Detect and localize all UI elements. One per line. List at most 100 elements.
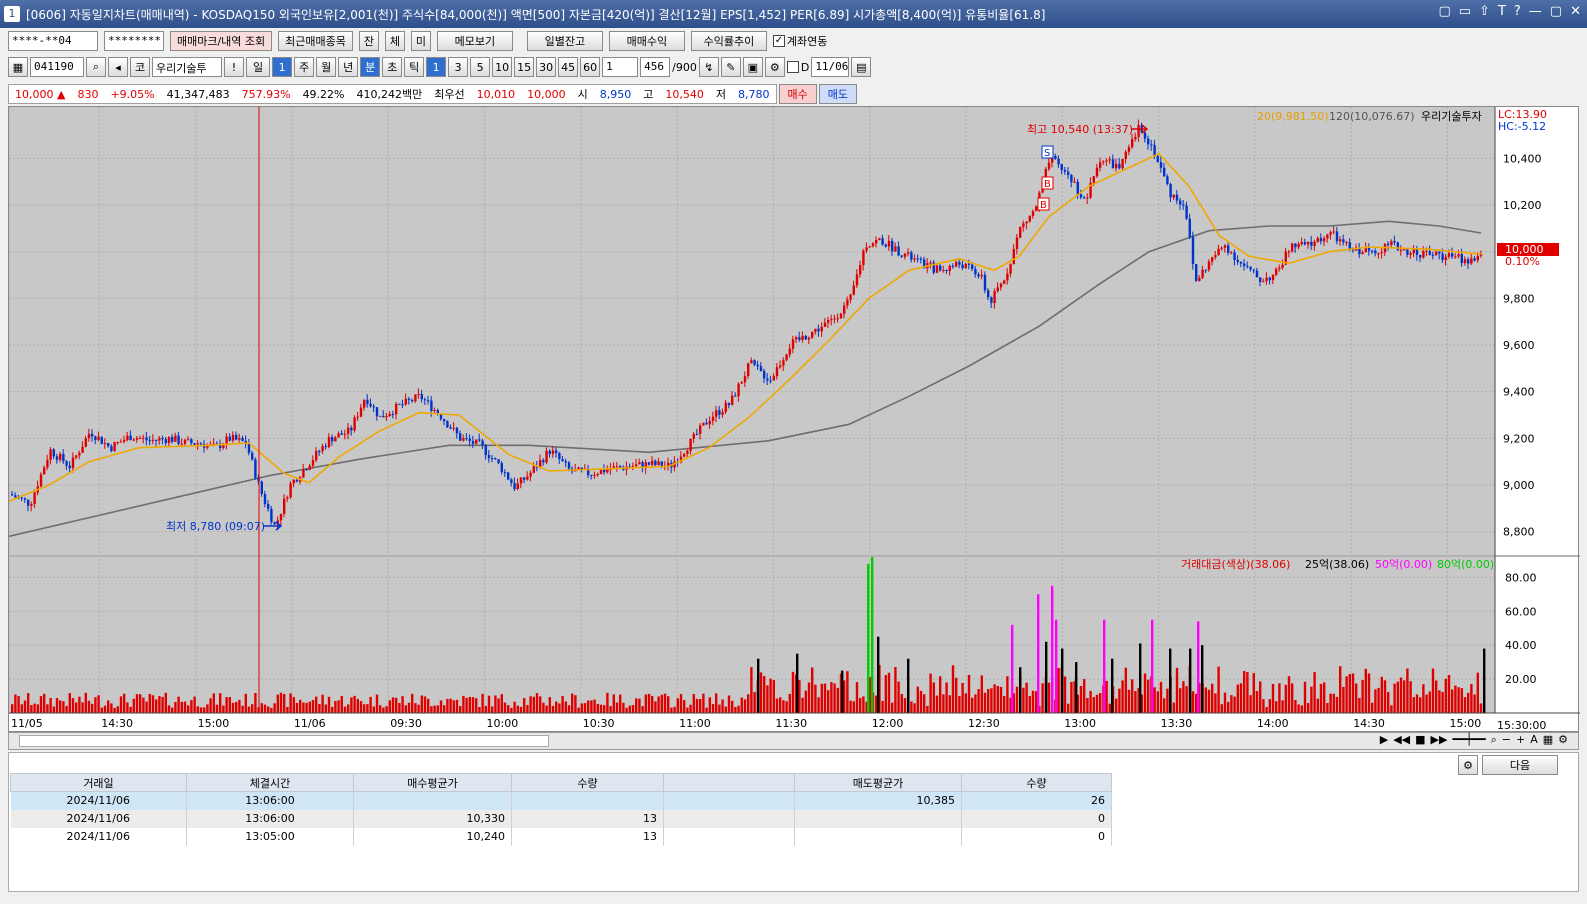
close-icon[interactable]: ✕ [1570,4,1581,19]
restore-small-icon[interactable]: ▭ [1459,4,1471,19]
buy-button[interactable]: 매수 [778,84,817,104]
time-tick-label: 12:30 [968,717,1000,730]
gear-icon[interactable]: ⚙ [1458,755,1478,775]
maximize-icon[interactable]: ▢ [1550,4,1562,19]
date-input[interactable]: 11/06 [811,57,850,77]
draw-icon[interactable]: ✎ [720,57,741,77]
interval-45[interactable]: 45 [558,57,579,77]
daily-balance-button[interactable]: 일별잔고 [526,31,603,51]
candle [948,265,951,271]
volume-bar [1025,682,1028,713]
b-marker-1[interactable]: B [1041,176,1054,190]
date-checkbox[interactable]: D [786,61,809,74]
candle [839,313,843,319]
minute-button[interactable]: 분 [360,57,381,77]
settings-icon[interactable]: ⚙ [1558,733,1568,747]
balance-button[interactable]: 잔 [358,31,379,51]
volume-bar [1115,698,1118,713]
play-icon[interactable]: ▶ [1380,733,1388,747]
volume-bar [727,695,731,713]
window-controls: ▢ ▭ ⇧ T ? — ▢ ✕ [1438,4,1581,19]
forward-icon[interactable]: ▶▶ [1431,733,1448,747]
volume-bar [1390,705,1393,713]
next-button[interactable]: 다음 [1482,755,1558,775]
second-button[interactable]: 초 [382,57,403,77]
volume-bar [711,703,715,713]
interval-3[interactable]: 3 [448,57,469,77]
rewind-icon[interactable]: ◀◀ [1393,733,1410,747]
candle [475,439,478,444]
horizontal-scrollbar[interactable] [19,735,549,747]
price-volume-chart[interactable]: 80.0060.0040.0020.00 10,40010,20010,0009… [8,107,1580,733]
stop-icon[interactable]: ■ [1415,733,1425,747]
candle [836,318,839,320]
month-button[interactable]: 월 [316,57,337,77]
volume-bar [1377,687,1380,713]
text-icon[interactable]: T [1498,4,1506,19]
volume-bar [1255,690,1259,713]
market-button[interactable]: 코 [130,57,150,77]
current-rate-label: 0.10% [1505,255,1540,268]
interval-15[interactable]: 15 [514,57,535,77]
indicator-icon[interactable]: ↯ [698,57,719,77]
memo-button[interactable]: 메모보기 [436,31,513,51]
help-icon[interactable]: ? [1514,4,1521,19]
period-day-button[interactable]: 일 [246,57,271,77]
sell-button[interactable]: 매도 [818,84,857,104]
alert-button[interactable]: ! [224,57,244,77]
interval-1[interactable]: 1 [426,57,447,77]
return-trend-button[interactable]: 수익률추이 [690,31,767,51]
period-num-select[interactable]: 1 [272,57,293,77]
recent-trades-button[interactable]: 최근매매종목 [278,31,353,51]
week-button[interactable]: 주 [294,57,315,77]
trade-mark-query-button[interactable]: 매매마크/내역 조회 [170,31,273,51]
tile-icon[interactable]: ▢ [1438,4,1450,19]
candle [1371,250,1374,252]
table-row[interactable]: 2024/11/06 13:05:00 10,240 13 0 [10,827,1112,846]
interval-30[interactable]: 30 [536,57,557,77]
calendar-icon[interactable]: ▤ [851,57,872,77]
chart-area[interactable]: 80.0060.0040.0020.00 10,40010,20010,0009… [8,106,1580,733]
layout-icon[interactable]: ▦ [8,57,28,77]
plus-icon[interactable]: + [1516,733,1525,747]
unfilled-button[interactable]: 미 [410,31,431,51]
candle [1435,251,1438,255]
table-row[interactable]: 2024/11/06 13:06:00 10,385 26 [10,791,1112,810]
account-link-checkbox[interactable]: ✓ 계좌연동 [772,33,827,49]
trade-profit-button[interactable]: 매매수익 [608,31,685,51]
execution-button[interactable]: 체 [384,31,405,51]
b-marker-2[interactable]: B [1037,197,1050,211]
interval-60[interactable]: 60 [580,57,601,77]
tick-button[interactable]: 틱 [404,57,425,77]
interval-5[interactable]: 5 [470,57,491,77]
zoom-slider[interactable]: ━━┿━━ [1452,733,1485,747]
search-icon[interactable]: ⌕ [86,57,106,77]
minimize-icon[interactable]: — [1529,4,1542,19]
volume-bar [1412,697,1415,713]
volume-bar [558,703,561,713]
candle [1259,277,1262,282]
year-button[interactable]: 년 [338,57,359,77]
high-price: 10,540 [665,87,704,101]
interval-10[interactable]: 10 [492,57,513,77]
text-tool-icon[interactable]: A [1530,733,1538,747]
settings-icon[interactable]: ⚙ [764,57,785,77]
pin-icon[interactable]: ⇧ [1479,4,1490,19]
password-input[interactable]: ******** [104,31,164,51]
grid-icon[interactable]: ▦ [1543,733,1553,747]
candle [903,253,907,257]
save-icon[interactable]: ▣ [742,57,763,77]
volume-bar [452,700,455,713]
custom-interval-input[interactable]: 1 [602,57,639,77]
minus-icon[interactable]: − [1502,733,1511,747]
volume-bar [775,698,779,713]
volume-bar [161,696,164,713]
stock-code-input[interactable]: 041190 [30,57,84,77]
bar-count-input[interactable]: 456 [640,57,671,77]
s-marker[interactable]: S [1041,145,1054,159]
account-input[interactable]: ****-**04 [8,31,98,51]
candle [1252,269,1255,271]
table-row[interactable]: 2024/11/06 13:06:00 10,330 13 0 [10,809,1112,828]
speaker-icon[interactable]: ◂ [108,57,128,77]
zoom-icon[interactable]: ⌕ [1491,733,1497,747]
